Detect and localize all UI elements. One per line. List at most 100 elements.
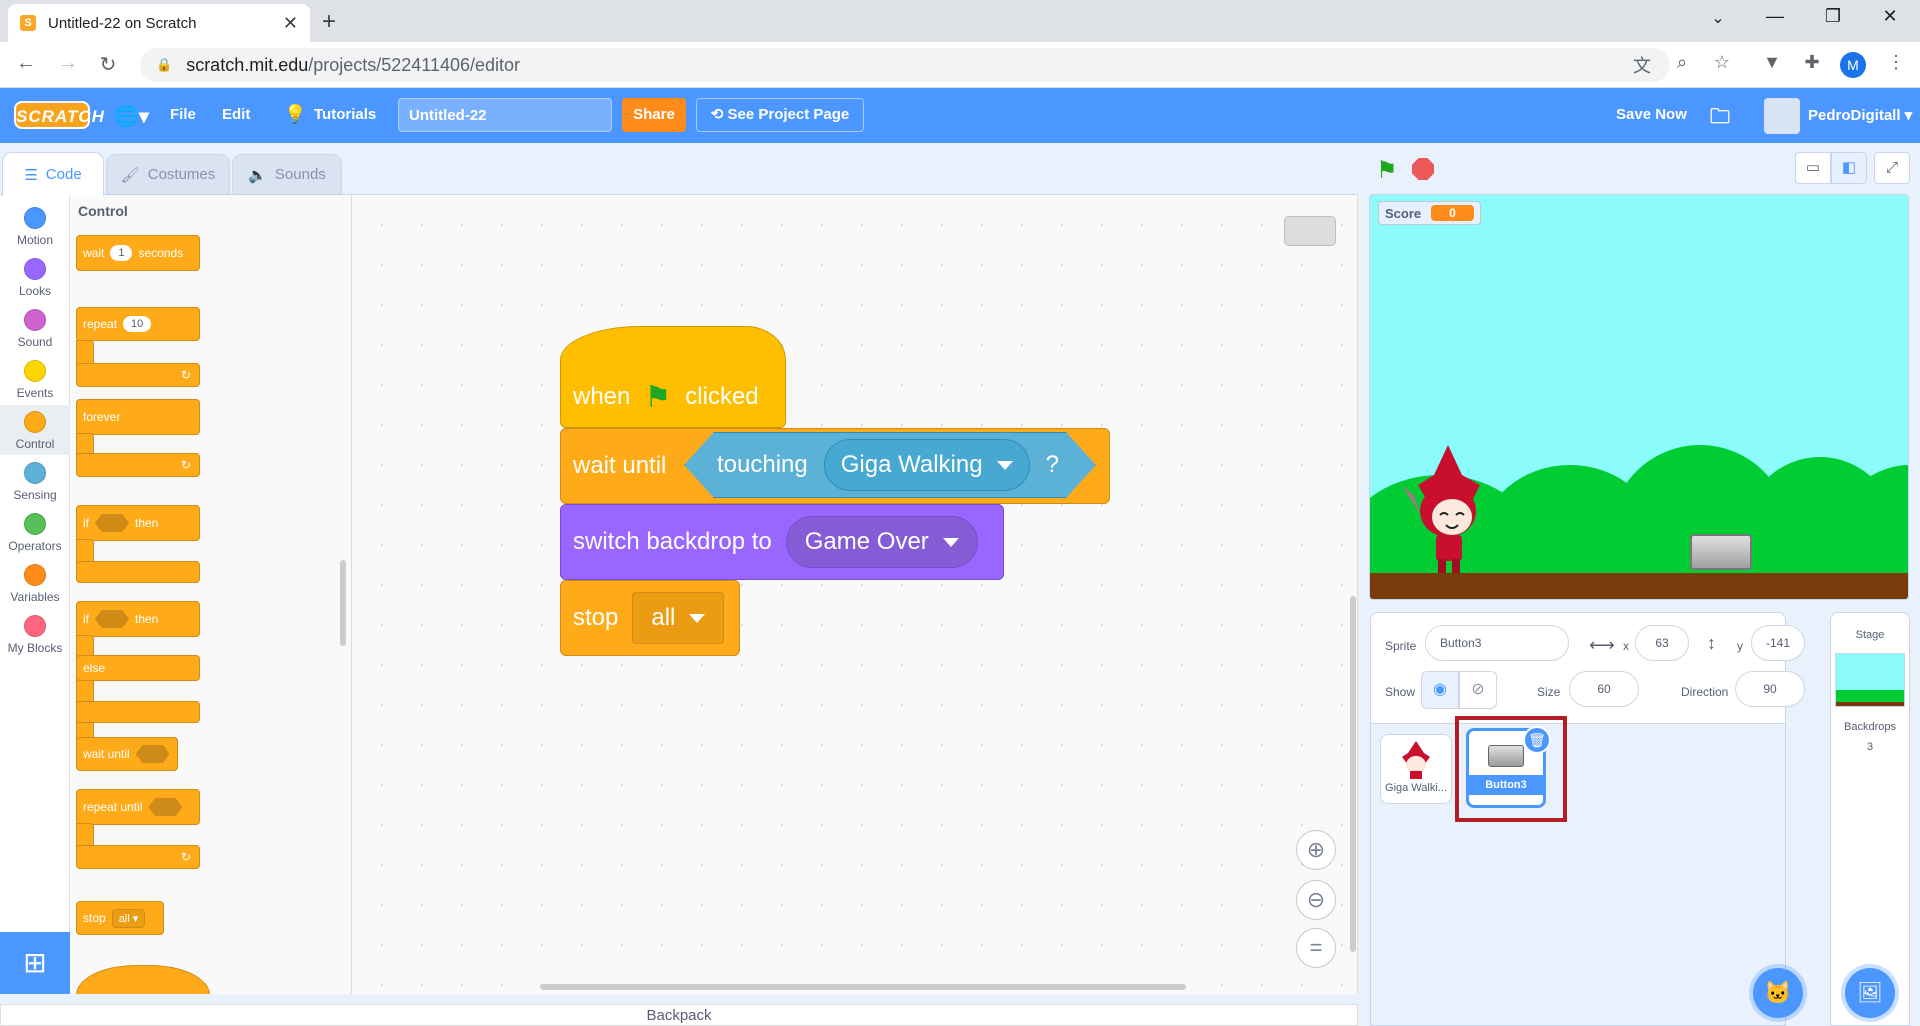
workspace-horizontal-scrollbar[interactable] [540, 984, 1186, 990]
see-project-page-button[interactable]: ⟲ See Project Page [696, 98, 864, 132]
category-sensing[interactable]: Sensing [0, 456, 70, 506]
stop-option-dropdown[interactable]: all [632, 592, 725, 644]
large-stage-button[interactable]: ◧ [1831, 152, 1867, 184]
show-hidden-button[interactable]: ⊘ [1459, 671, 1497, 709]
block-repeat-until[interactable]: repeat until [76, 789, 200, 825]
choose-sprite-button[interactable]: 🐱 [1753, 968, 1803, 1018]
project-title-input[interactable]: Untitled-22 [398, 98, 612, 132]
direction-input[interactable]: 90 [1735, 671, 1805, 707]
delete-sprite-button[interactable]: 🗑 [1523, 726, 1551, 754]
close-window-icon[interactable]: ✕ [1870, 6, 1910, 27]
tab-costumes[interactable]: 🖌 Costumes [106, 154, 230, 194]
back-icon[interactable]: ← [12, 52, 40, 75]
block-forever-foot: ↻ [76, 453, 200, 477]
scratch-logo[interactable]: SCRATCH [14, 101, 104, 129]
category-looks[interactable]: Looks [0, 252, 70, 302]
block-forever[interactable]: forever [76, 399, 200, 435]
url-path: /projects/522411406/editor [308, 54, 521, 75]
category-control[interactable]: Control [0, 405, 70, 455]
restore-icon[interactable]: ❐ [1813, 6, 1853, 27]
block-wait-seconds[interactable]: wait 1 seconds [76, 235, 200, 271]
tutorials-button[interactable]: Tutorials [314, 106, 376, 123]
add-extension-button[interactable]: ⊞ [0, 932, 70, 994]
block-hat-partial[interactable] [76, 965, 210, 994]
block-text: wait [83, 246, 105, 260]
sprite-name-input[interactable]: Button3 [1425, 625, 1569, 661]
close-tab-icon[interactable]: ✕ [283, 13, 298, 34]
puzzle-icon[interactable]: ✚ [1798, 52, 1826, 73]
tab-code[interactable]: ☰ Code [2, 152, 104, 196]
fullscreen-button[interactable]: ⤢ [1874, 152, 1910, 184]
switch-backdrop-block[interactable]: switch backdrop to Game Over [560, 504, 1004, 580]
block-text: if [83, 612, 89, 626]
category-sound[interactable]: Sound [0, 303, 70, 353]
category-variables[interactable]: Variables [0, 558, 70, 608]
forward-icon[interactable]: → [54, 52, 82, 75]
category-my-blocks[interactable]: My Blocks [0, 609, 70, 659]
zoom-icon[interactable]: ⌕ [1668, 52, 1696, 73]
user-avatar[interactable] [1764, 98, 1800, 134]
block-text: wait until [83, 747, 130, 761]
file-menu[interactable]: File [170, 106, 196, 123]
show-visible-button[interactable]: ◉ [1421, 671, 1459, 709]
x-input[interactable]: 63 [1635, 625, 1689, 661]
bookmark-star-icon[interactable]: ☆ [1708, 52, 1736, 73]
edit-menu[interactable]: Edit [222, 106, 250, 123]
category-label: Operators [8, 539, 62, 553]
block-if-then[interactable]: if then [76, 505, 200, 541]
stop-button[interactable] [1412, 158, 1434, 180]
block-stop[interactable]: stop all ▾ [76, 901, 164, 935]
category-motion[interactable]: Motion [0, 201, 70, 251]
code-workspace[interactable] [352, 194, 1358, 994]
stop-block[interactable]: stop all [560, 580, 740, 656]
when-flag-clicked-block[interactable]: when ⚑ clicked [560, 326, 786, 428]
small-stage-button[interactable]: ▭ [1795, 152, 1831, 184]
language-globe-icon[interactable]: 🌐▾ [114, 104, 149, 129]
block-number-input[interactable]: 1 [110, 245, 133, 261]
save-now-button[interactable]: Save Now [1616, 106, 1687, 123]
events-dot-icon [24, 360, 46, 382]
tab-sounds[interactable]: 🔈 Sounds [232, 154, 342, 194]
block-number-input[interactable]: 10 [123, 316, 152, 332]
sprite-tile-giga-walking[interactable]: Giga Walki... [1380, 734, 1452, 804]
block-repeat[interactable]: repeat 10 [76, 307, 200, 341]
block-if-else[interactable]: if then [76, 601, 200, 637]
button3-sprite[interactable] [1690, 534, 1752, 570]
zoom-in-button[interactable]: ⊕ [1296, 830, 1336, 870]
stage-selector[interactable]: Stage Backdrops 3 [1830, 612, 1910, 1026]
choose-backdrop-button[interactable]: 🖼 [1845, 968, 1895, 1018]
browser-tab[interactable]: S Untitled-22 on Scratch ✕ [8, 4, 310, 42]
block-wait-until[interactable]: wait until [76, 737, 178, 771]
block-text: if [83, 516, 89, 530]
backpack-bar[interactable]: Backpack [0, 1004, 1358, 1026]
tab-search-icon[interactable]: ⌄ [1698, 8, 1738, 28]
touching-block[interactable]: touching Giga Walking ? [684, 432, 1096, 498]
minimize-icon[interactable]: — [1755, 6, 1795, 27]
share-button[interactable]: Share [622, 98, 686, 132]
touching-target-dropdown[interactable]: Giga Walking [824, 439, 1030, 491]
category-events[interactable]: Events [0, 354, 70, 404]
zoom-out-button[interactable]: ⊖ [1296, 880, 1336, 920]
browser-profile-avatar[interactable]: M [1840, 52, 1866, 78]
backdrop-dropdown[interactable]: Game Over [785, 516, 978, 568]
green-flag-button[interactable]: ⚑ [1376, 156, 1398, 185]
new-tab-icon[interactable]: + [322, 8, 336, 36]
browser-menu-icon[interactable]: ⋮ [1882, 52, 1910, 73]
palette-scrollbar[interactable] [340, 560, 346, 646]
category-operators[interactable]: Operators [0, 507, 70, 557]
block-text: repeat [83, 317, 118, 331]
zoom-reset-button[interactable]: = [1296, 928, 1336, 968]
account-menu[interactable]: PedroDigitall ▾ [1808, 106, 1912, 124]
extension-icon[interactable]: ▼ [1758, 52, 1786, 73]
size-input[interactable]: 60 [1569, 671, 1639, 707]
reload-icon[interactable]: ↻ [94, 52, 122, 77]
stop-option-dropdown[interactable]: all ▾ [111, 908, 146, 928]
giga-walking-sprite[interactable] [1400, 445, 1496, 575]
y-input[interactable]: -141 [1751, 625, 1805, 661]
workspace-vertical-scrollbar[interactable] [1350, 596, 1356, 952]
backdrops-count: 3 [1866, 741, 1874, 753]
my-stuff-folder-icon[interactable]: 🗀 [1710, 102, 1730, 136]
translate-icon[interactable]: 文 [1628, 52, 1656, 78]
stage-canvas[interactable]: Score 0 [1369, 194, 1909, 600]
address-bar[interactable]: 🔒 scratch.mit.edu/projects/522411406/edi… [140, 48, 1670, 82]
